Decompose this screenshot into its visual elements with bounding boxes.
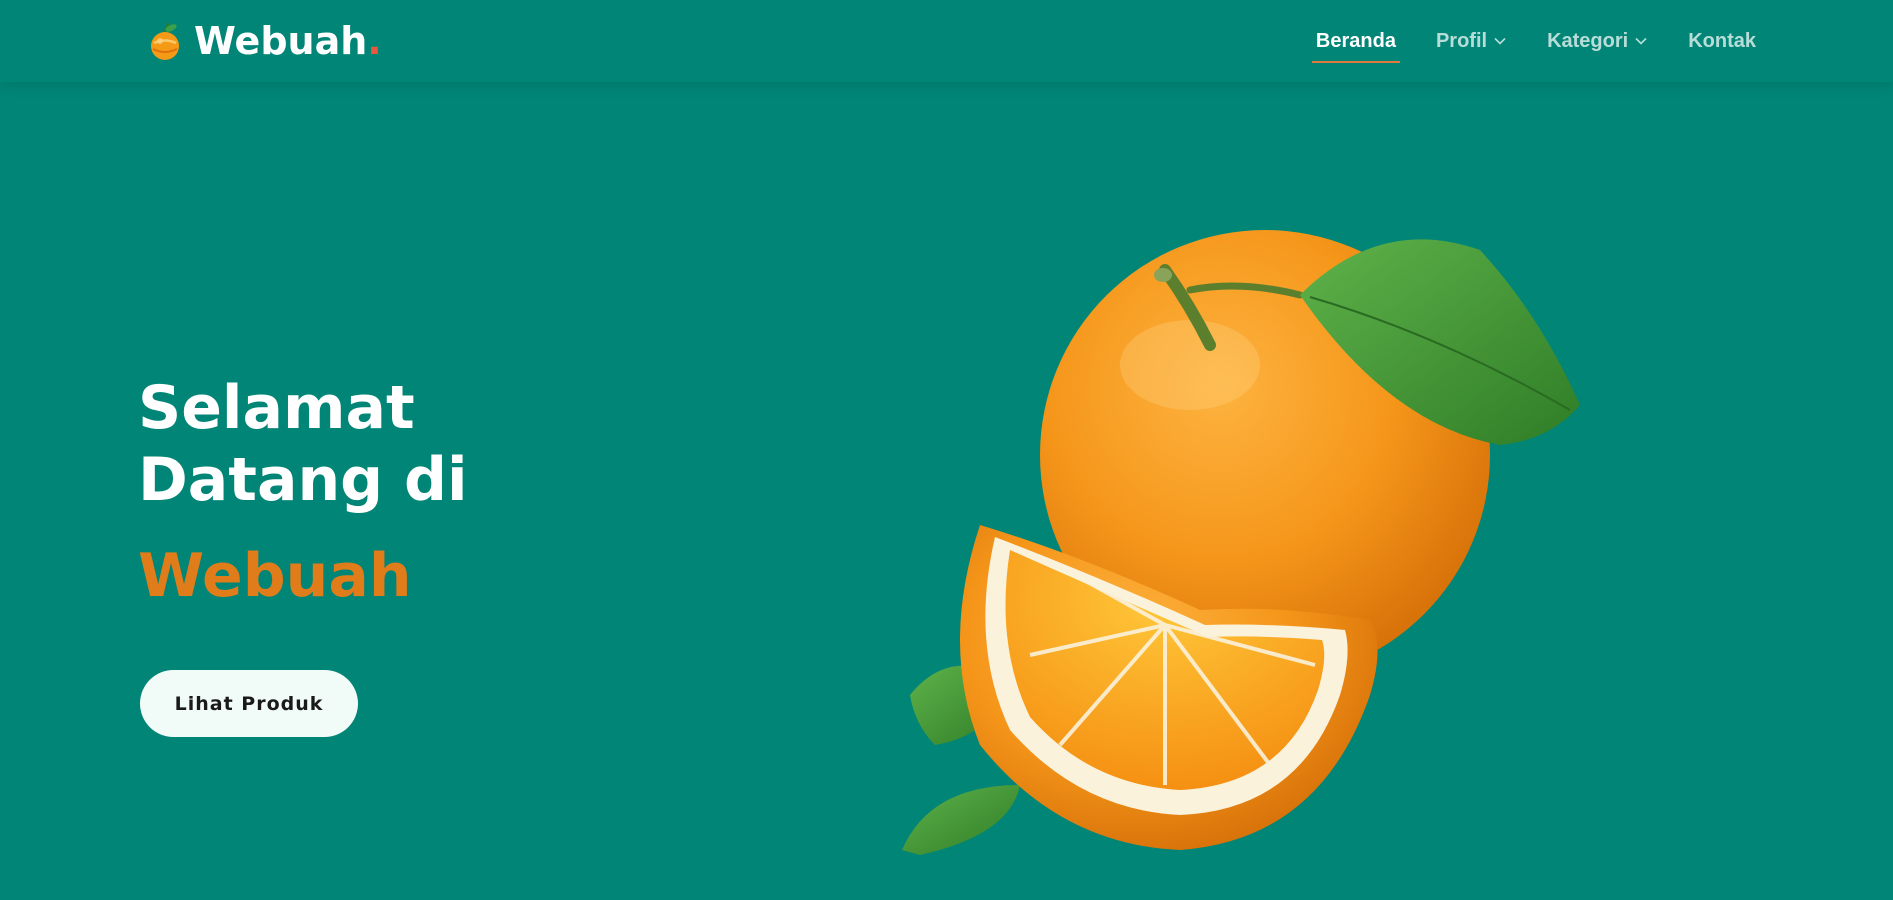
brand-logo[interactable]: Webuah. — [148, 17, 382, 65]
nav-item-kontak[interactable]: Kontak — [1688, 21, 1756, 61]
nav-label: Kontak — [1688, 29, 1756, 52]
nav-item-kategori[interactable]: Kategori — [1547, 21, 1648, 61]
nav-label: Profil — [1435, 29, 1488, 52]
brand-name: Webuah — [194, 19, 368, 63]
chevron-down-icon — [1494, 37, 1506, 45]
nav-item-beranda[interactable]: Beranda — [1311, 21, 1400, 63]
chevron-down-icon — [1635, 37, 1647, 45]
brand-dot: . — [367, 19, 382, 63]
nav-label: Kategori — [1547, 29, 1629, 52]
view-products-button[interactable]: Lihat Produk — [140, 670, 358, 737]
nav-label: Beranda — [1315, 29, 1396, 52]
site-header: Webuah. Beranda Profil Kategori Kontak — [0, 0, 1893, 82]
orange-fruit-image — [902, 230, 1580, 855]
hero-brand: Webuah — [138, 541, 412, 611]
nav-item-profil[interactable]: Profil — [1436, 21, 1507, 61]
hero-title: Selamat Datang di — [138, 373, 468, 515]
main-nav: Beranda Profil Kategori Kontak — [1276, 0, 1756, 82]
orange-fruit-icon — [151, 22, 179, 60]
